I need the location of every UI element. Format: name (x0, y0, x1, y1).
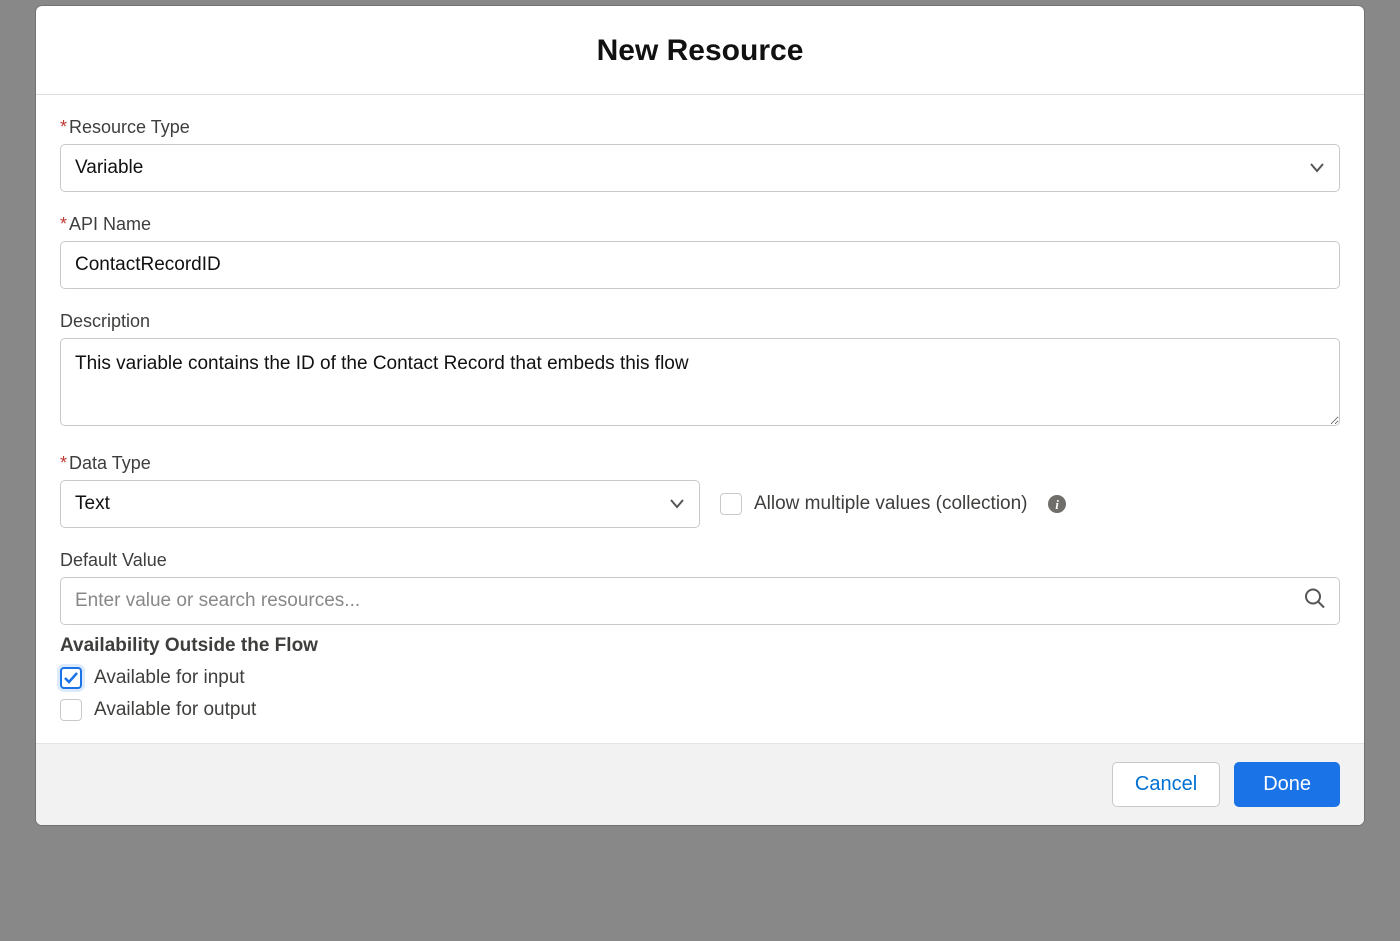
check-icon (64, 672, 78, 684)
description-group: Description (60, 311, 1340, 431)
resource-type-select[interactable]: Variable (60, 144, 1340, 192)
new-resource-modal: New Resource Resource Type Variable API … (36, 6, 1364, 825)
data-type-select[interactable]: Text (60, 480, 700, 528)
data-type-row: Data Type Text Allow multiple values (co… (60, 453, 1340, 528)
data-type-select-wrap: Text (60, 480, 700, 528)
description-textarea[interactable] (60, 338, 1340, 426)
modal-header: New Resource (36, 6, 1364, 95)
default-value-group: Default Value (60, 550, 1340, 625)
available-output-label: Available for output (94, 699, 256, 721)
description-label: Description (60, 311, 1340, 332)
resource-type-group: Resource Type Variable (60, 117, 1340, 192)
svg-text:i: i (1055, 497, 1059, 512)
modal-title: New Resource (36, 34, 1364, 68)
cancel-button[interactable]: Cancel (1112, 762, 1220, 807)
availability-group: Availability Outside the Flow Available … (60, 635, 1340, 721)
api-name-input[interactable] (60, 241, 1340, 289)
default-value-label: Default Value (60, 550, 1340, 571)
api-name-group: API Name (60, 214, 1340, 289)
api-name-label: API Name (60, 214, 1340, 235)
done-button[interactable]: Done (1234, 762, 1340, 807)
info-icon[interactable]: i (1046, 493, 1068, 515)
available-input-label: Available for input (94, 667, 245, 689)
search-icon (1304, 588, 1326, 615)
modal-footer: Cancel Done (36, 743, 1364, 825)
default-value-input[interactable] (60, 577, 1340, 625)
availability-section-title: Availability Outside the Flow (60, 635, 1340, 657)
allow-multiple-checkbox[interactable] (720, 493, 742, 515)
allow-multiple-label: Allow multiple values (collection) (754, 493, 1028, 515)
available-input-checkbox[interactable] (60, 667, 82, 689)
resource-type-label: Resource Type (60, 117, 1340, 138)
resource-type-select-wrap: Variable (60, 144, 1340, 192)
available-output-checkbox[interactable] (60, 699, 82, 721)
modal-body: Resource Type Variable API Name Descript… (36, 95, 1364, 721)
data-type-label: Data Type (60, 453, 700, 474)
